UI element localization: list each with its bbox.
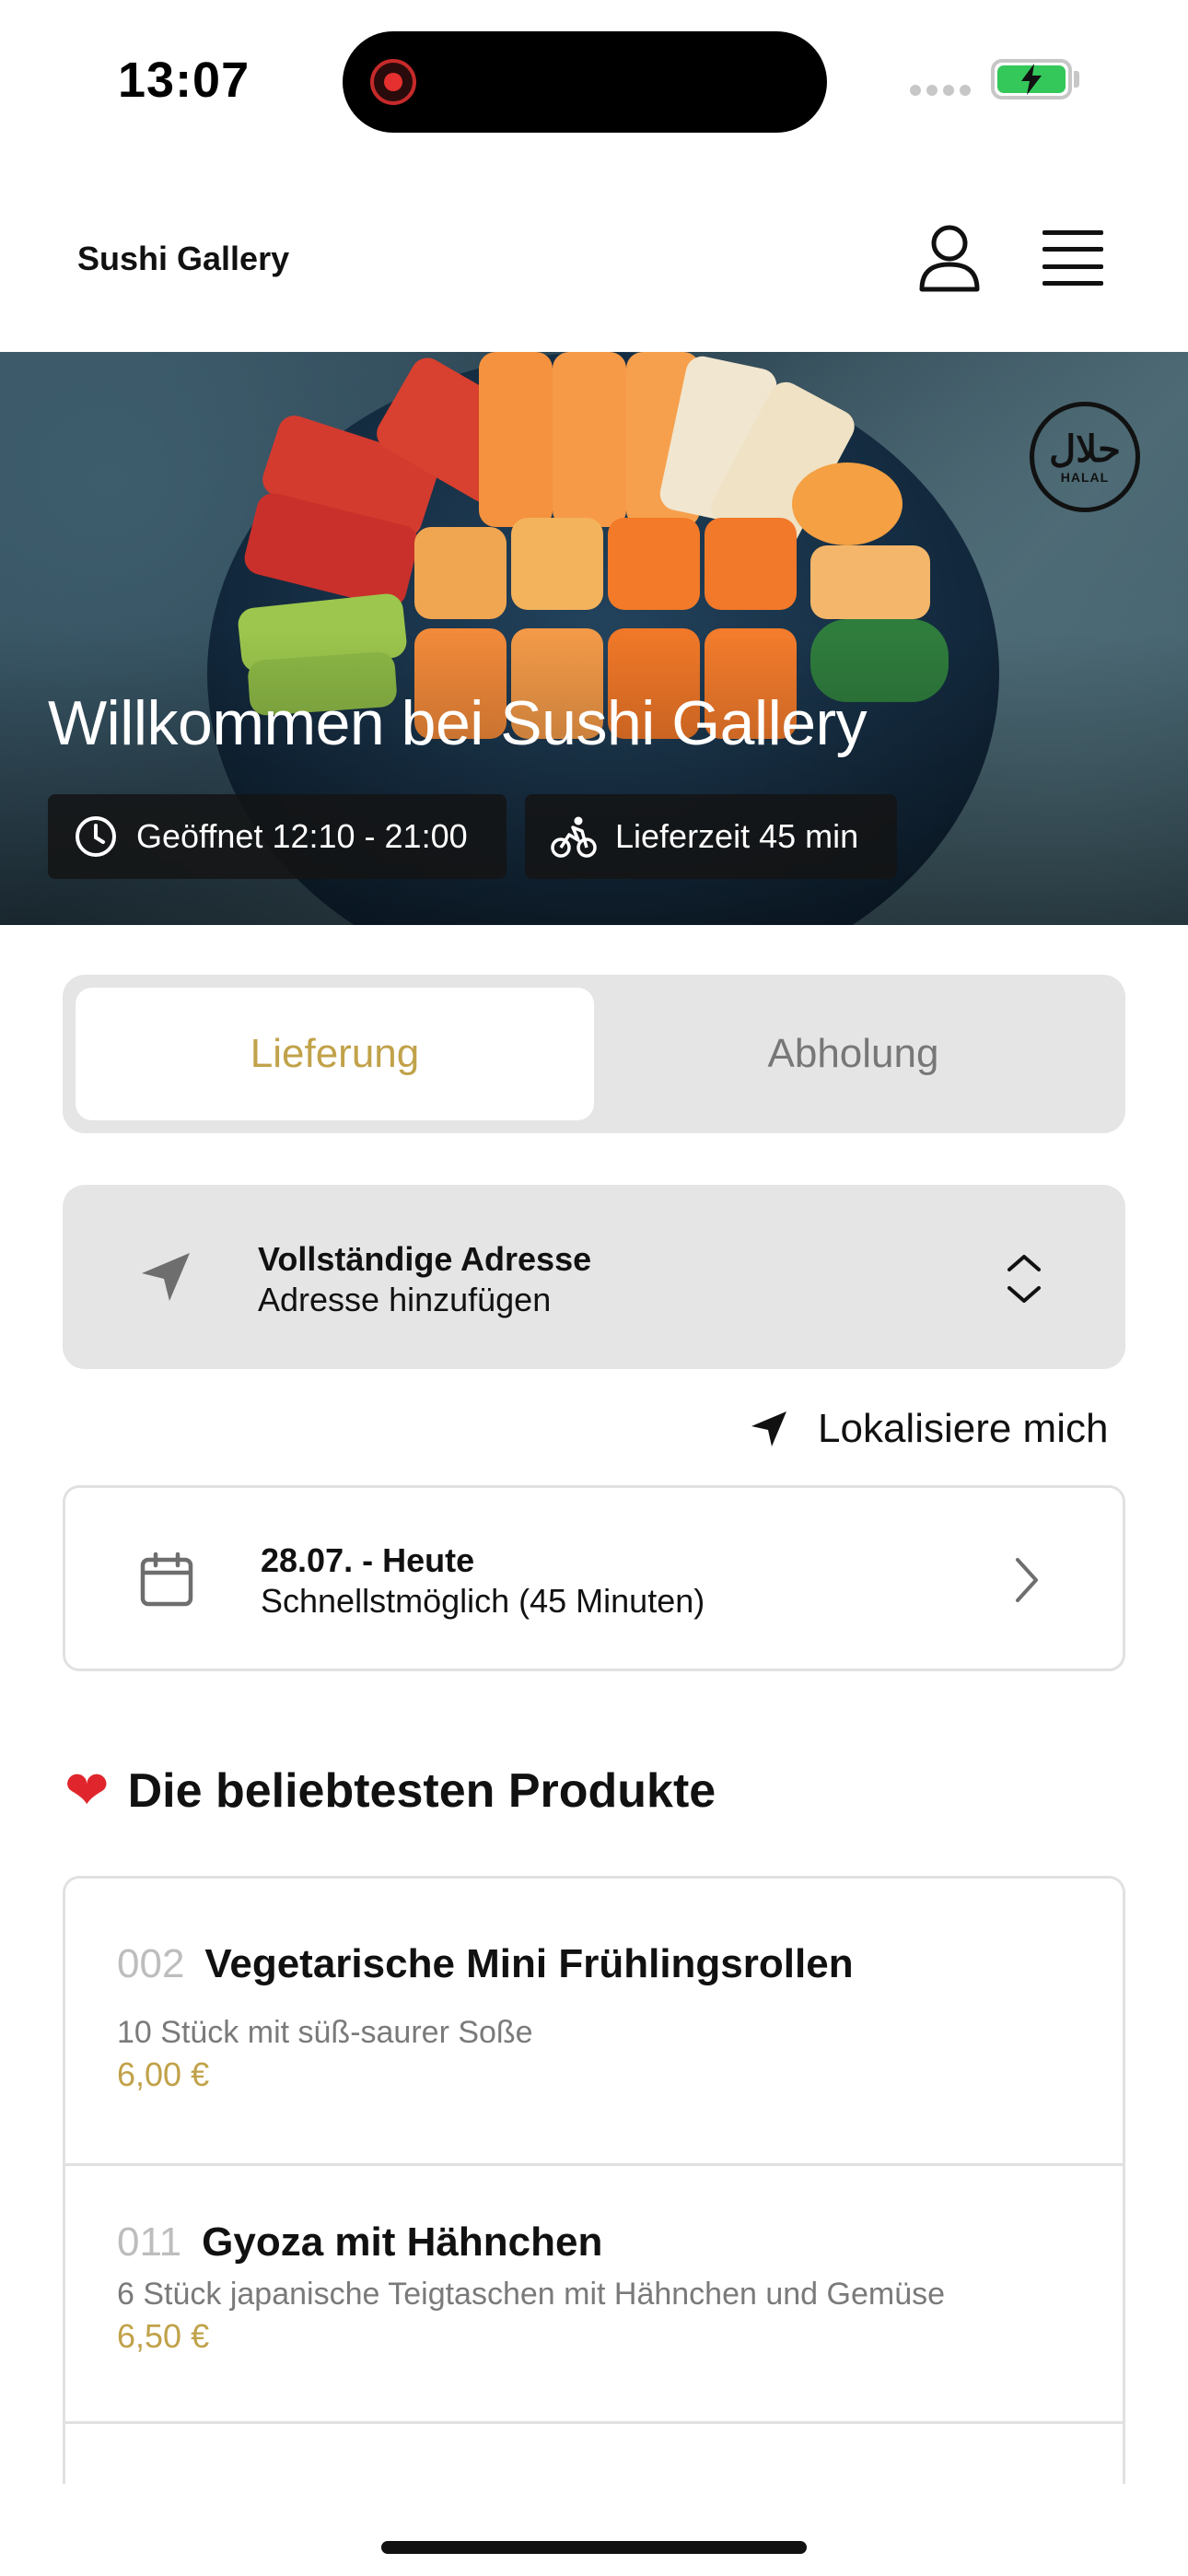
user-account-icon[interactable] <box>917 223 982 293</box>
list-item[interactable]: 011 Gyoza mit Hähnchen 6 Stück japanisch… <box>65 2166 1123 2424</box>
delivery-time-chip: Lieferzeit 45 min <box>525 794 897 879</box>
bicycle-courier-icon <box>551 816 597 858</box>
brand-title[interactable]: Sushi Gallery <box>77 240 289 278</box>
product-price: 6,50 € <box>117 2317 210 2355</box>
product-name: Gyoza mit Hähnchen <box>202 2219 603 2265</box>
heart-icon: ❤ <box>64 1761 110 1821</box>
location-arrow-icon <box>142 1253 190 1301</box>
product-list: 002 Vegetarische Mini Frühlingsrollen 10… <box>63 1876 1125 2484</box>
recording-indicator-icon <box>370 59 416 105</box>
halal-badge: حلال HALAL <box>1030 402 1140 512</box>
hero-title: Willkommen bei Sushi Gallery <box>48 688 868 758</box>
popular-products-title: Die beliebtesten Produkte <box>127 1764 716 1818</box>
opening-hours-chip: Geöffnet 12:10 - 21:00 <box>48 794 507 879</box>
product-description: 10 Stück mit süß-saurer Soße <box>117 2015 533 2050</box>
hero-banner: حلال HALAL Willkommen bei Sushi Gallery … <box>0 352 1188 925</box>
order-type-toggle: Lieferung Abholung <box>63 975 1125 1133</box>
battery-cap <box>1074 71 1079 88</box>
product-number: 011 <box>117 2219 182 2265</box>
address-selector[interactable]: Vollständige Adresse Adresse hinzufügen <box>63 1185 1125 1369</box>
hamburger-menu-icon[interactable] <box>1042 230 1103 286</box>
halal-label: HALAL <box>1060 470 1110 485</box>
location-arrow-icon <box>751 1411 786 1446</box>
date-subtitle: Schnellstmöglich (45 Minuten) <box>261 1582 705 1620</box>
list-item[interactable]: 002 Vegetarische Mini Frühlingsrollen 10… <box>65 1879 1123 2166</box>
chevron-right-icon <box>1016 1558 1038 1602</box>
clock-icon <box>76 816 116 857</box>
app-header: Sushi Gallery <box>0 162 1188 352</box>
calendar-icon <box>140 1551 193 1607</box>
product-price: 6,00 € <box>117 2055 210 2093</box>
battery-icon <box>991 59 1072 100</box>
date-title: 28.07. - Heute <box>261 1541 475 1579</box>
hero-overlay <box>0 630 1188 925</box>
delivery-date-selector[interactable]: 28.07. - Heute Schnellstmöglich (45 Minu… <box>63 1485 1125 1671</box>
popular-products-heading: ❤ Die beliebtesten Produkte <box>64 1763 716 1819</box>
halal-arabic-text: حلال <box>1049 427 1121 471</box>
opening-hours-text: Geöffnet 12:10 - 21:00 <box>136 817 468 855</box>
home-indicator[interactable] <box>381 2541 807 2554</box>
tab-pickup[interactable]: Abholung <box>594 988 1112 1120</box>
address-subtitle: Adresse hinzufügen <box>258 1281 552 1318</box>
dynamic-island <box>343 31 827 133</box>
status-time: 13:07 <box>118 53 250 108</box>
locate-me-label: Lokalisiere mich <box>818 1406 1109 1451</box>
chevron-up-down-icon <box>1007 1255 1041 1303</box>
product-name: Vegetarische Mini Frühlingsrollen <box>204 1941 854 1986</box>
cellular-signal-icon <box>910 85 971 96</box>
product-description: 6 Stück japanische Teigtaschen mit Hähnc… <box>117 2277 946 2312</box>
locate-me-link[interactable]: Lokalisiere mich <box>748 1400 1108 1458</box>
status-bar: 13:07 <box>0 0 1188 162</box>
product-number: 002 <box>117 1941 185 1986</box>
tab-delivery[interactable]: Lieferung <box>76 988 594 1120</box>
delivery-time-text: Lieferzeit 45 min <box>615 817 859 855</box>
address-title: Vollständige Adresse <box>258 1240 592 1278</box>
